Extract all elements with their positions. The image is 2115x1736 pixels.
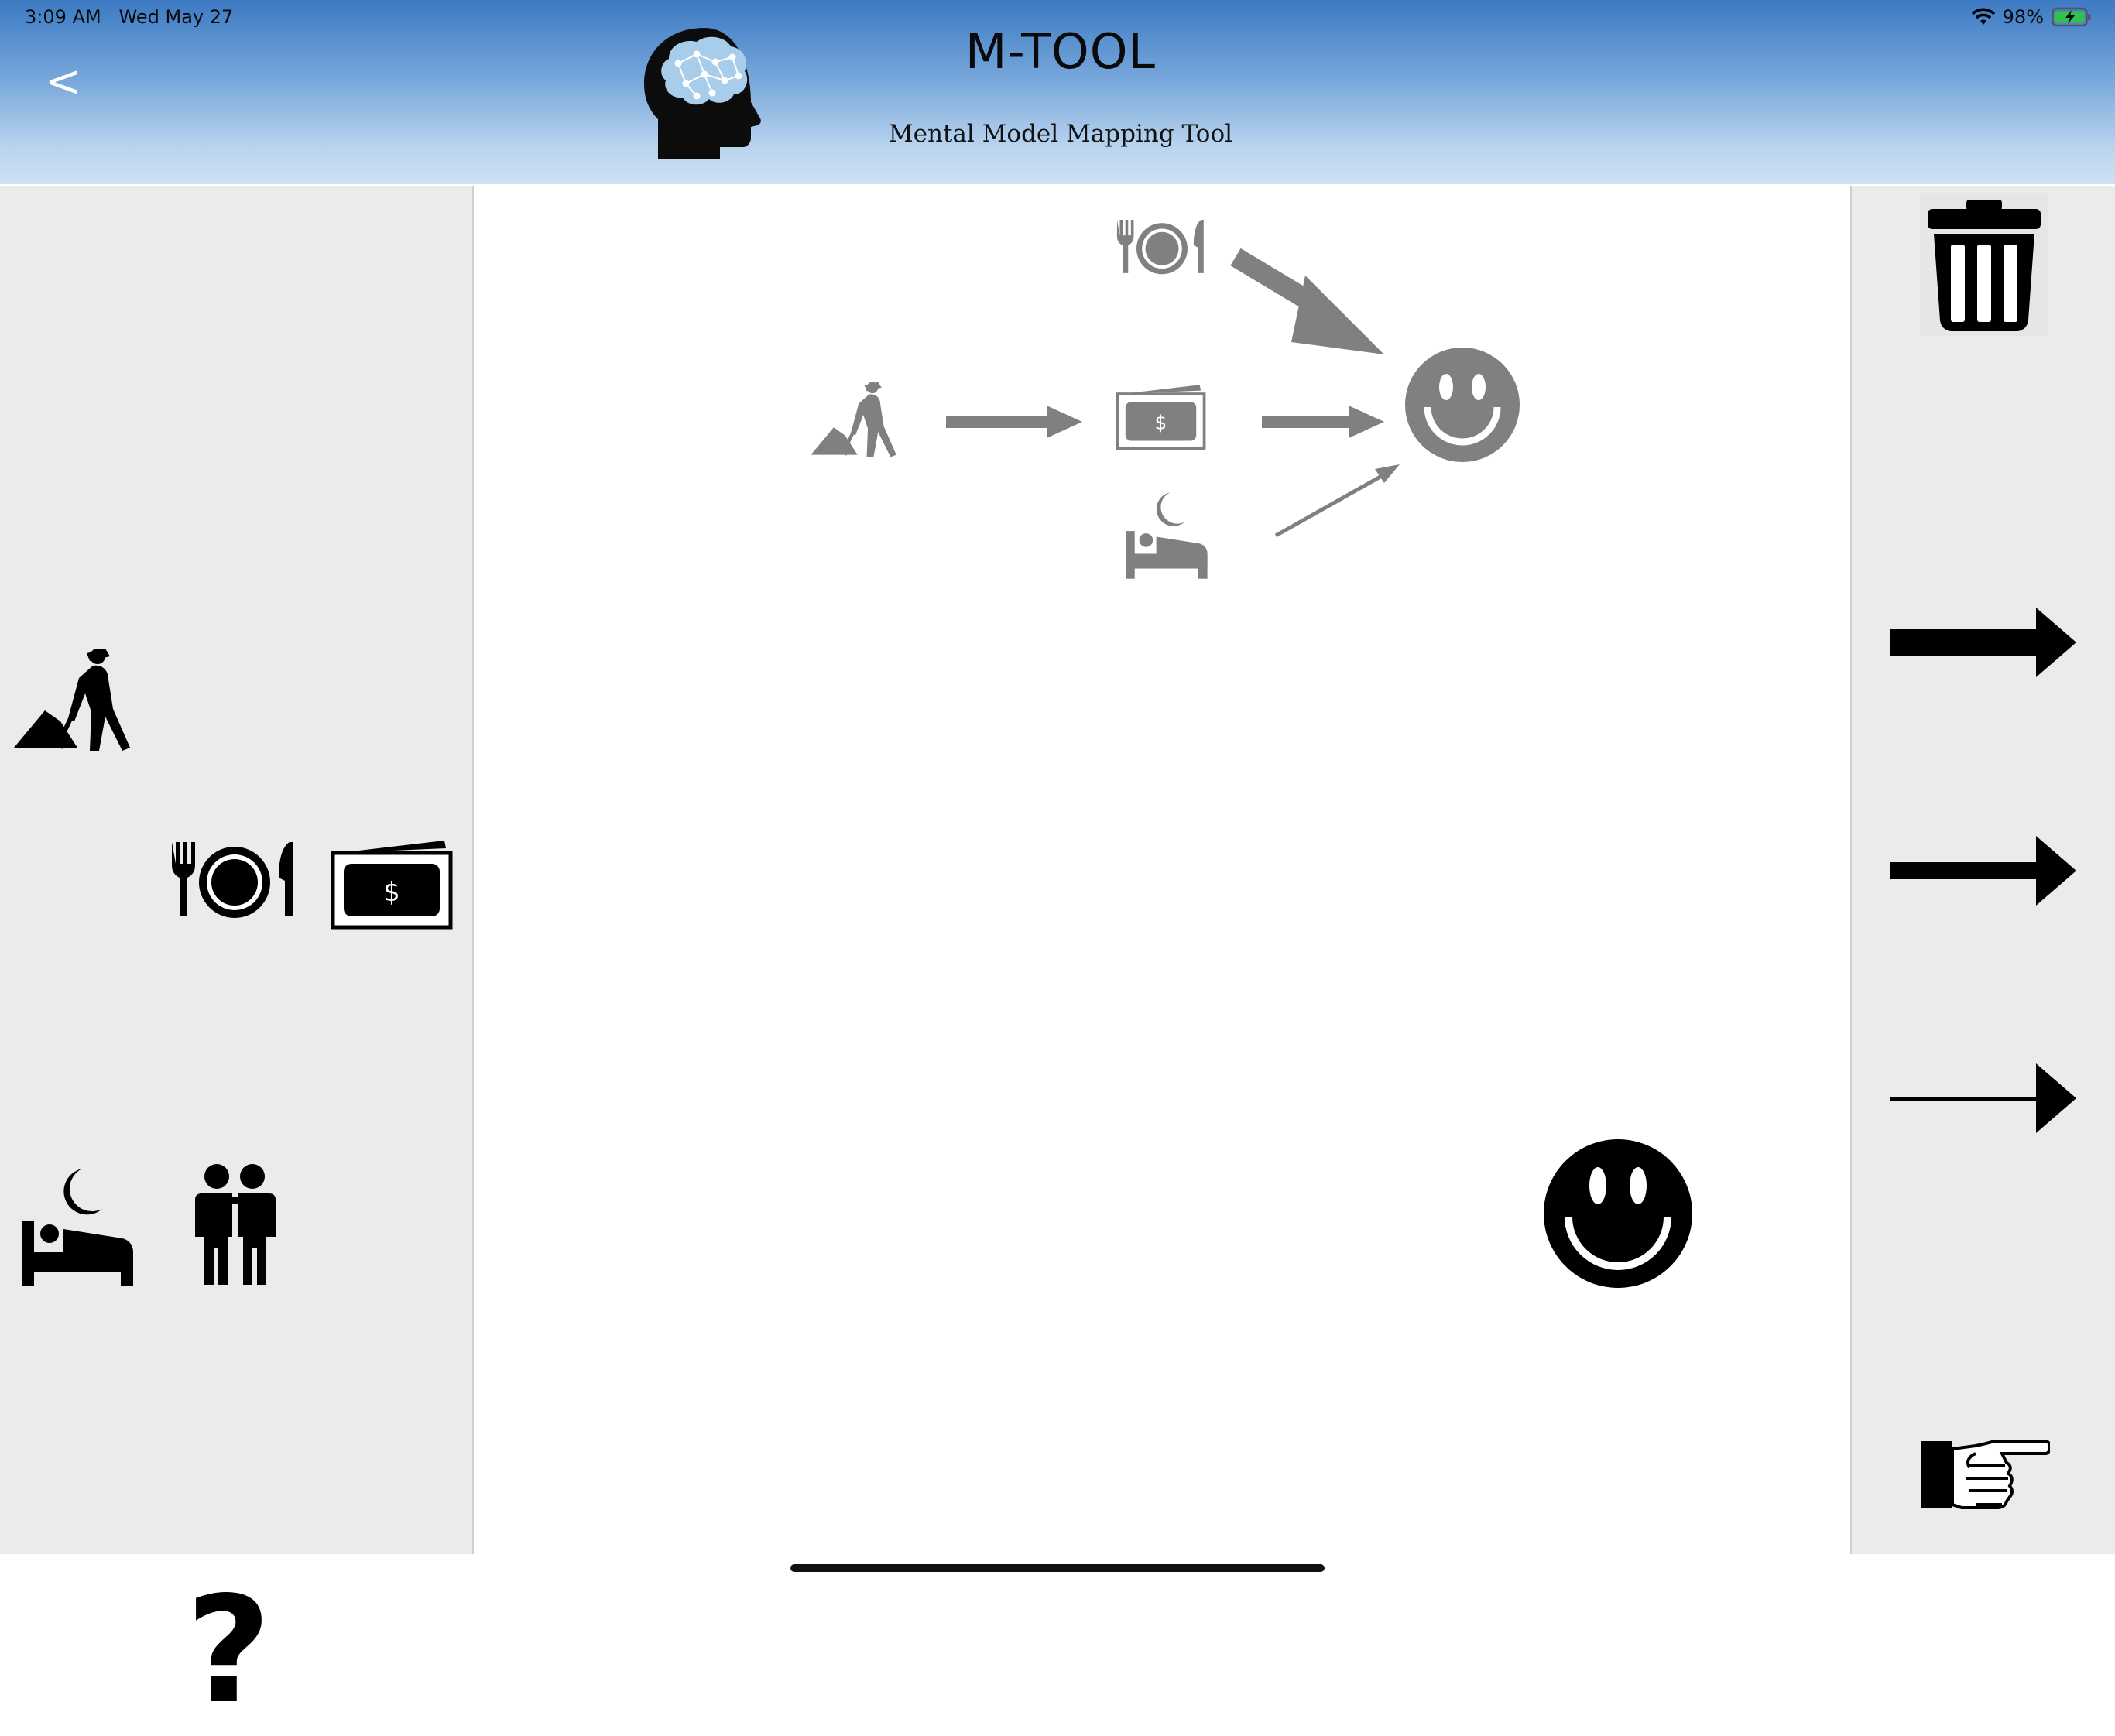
page-title: M-TOOL (965, 23, 1157, 80)
dinner-plate-icon[interactable] (169, 842, 300, 924)
brain-head-logo (644, 28, 761, 159)
thick-arrow-icon[interactable] (1890, 608, 2076, 677)
help-question-button[interactable]: ? (186, 1577, 271, 1724)
back-button[interactable]: < (45, 60, 81, 104)
worker-icon[interactable] (14, 647, 146, 752)
icon-palette: $ ? (0, 186, 474, 1724)
edge-worker-to-money[interactable] (946, 406, 1082, 438)
friends-icon[interactable] (195, 1162, 276, 1286)
trash-icon[interactable] (1920, 193, 2048, 336)
money-icon[interactable]: $ (331, 841, 455, 930)
medium-arrow-icon[interactable] (1890, 836, 2076, 906)
edge-plate-to-smiley[interactable] (1230, 248, 1384, 354)
tool-panel (1850, 186, 2115, 1554)
battery-charging-icon (2052, 7, 2091, 27)
svg-text:$: $ (383, 877, 400, 908)
pointing-hand-icon[interactable] (1921, 1440, 2050, 1509)
sleep-bed-icon[interactable] (22, 1169, 138, 1286)
edge-bed-to-smiley[interactable] (1274, 464, 1400, 538)
battery-percent: 98% (2002, 6, 2044, 28)
wifi-icon (1971, 8, 1995, 25)
app-header: 3:09 AM Wed May 27 98% < M-TOOL Mental M… (0, 0, 2115, 184)
page-subtitle: Mental Model Mapping Tool (888, 120, 1233, 148)
edge-money-to-smiley[interactable] (1262, 406, 1384, 438)
mapping-canvas[interactable]: $ (474, 186, 1849, 1554)
smiley-draggable[interactable] (1541, 1136, 1695, 1291)
edge-layer (946, 248, 1400, 538)
thin-arrow-icon[interactable] (1890, 1063, 2076, 1133)
status-indicators: 98% (1971, 6, 2092, 28)
status-time: 3:09 AM Wed May 27 (25, 6, 234, 28)
home-indicator (790, 1564, 1325, 1572)
